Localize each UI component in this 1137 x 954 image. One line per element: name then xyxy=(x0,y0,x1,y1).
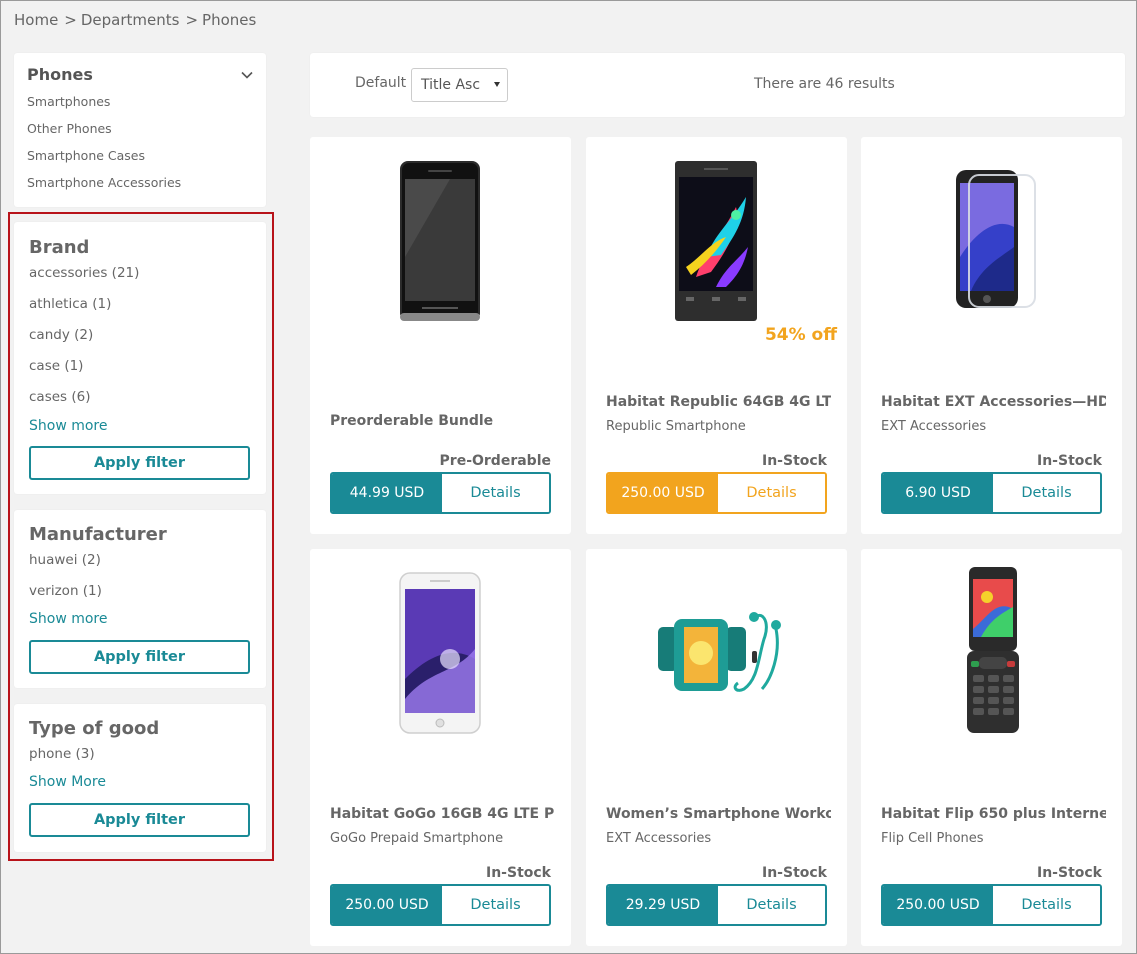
armband-earbuds-image[interactable] xyxy=(586,549,847,769)
flip-phone-image[interactable] xyxy=(861,549,1122,769)
product-details-button[interactable]: Details xyxy=(993,474,1100,512)
product-name[interactable]: Habitat GoGo 16GB 4G LTE Pr... xyxy=(330,806,555,822)
category-item-smartphone-cases[interactable]: Smartphone Cases xyxy=(27,148,145,163)
product-action-group: 250.00 USD Details xyxy=(330,884,551,926)
breadcrumb-home[interactable]: Home xyxy=(14,11,58,29)
sort-label: Default xyxy=(355,75,407,91)
product-name[interactable]: Habitat EXT Accessories—HD ... xyxy=(881,394,1106,410)
filter-highlight-outline xyxy=(8,212,274,861)
product-price-button[interactable]: 250.00 USD xyxy=(883,886,993,924)
product-category: EXT Accessories xyxy=(881,419,987,434)
sort-select[interactable]: Title Asc xyxy=(411,68,508,102)
category-item-smartphone-accessories[interactable]: Smartphone Accessories xyxy=(27,175,181,190)
product-card[interactable]: Habitat EXT Accessories—HD ... EXT Acces… xyxy=(861,137,1122,534)
chevron-down-icon[interactable] xyxy=(241,69,253,81)
product-details-button[interactable]: Details xyxy=(718,474,825,512)
product-price-button[interactable]: 44.99 USD xyxy=(332,474,442,512)
product-stock-status: In-Stock xyxy=(486,865,551,881)
product-name[interactable]: Habitat Republic 64GB 4G LTE xyxy=(606,394,831,410)
product-action-group: 250.00 USD Details xyxy=(606,472,827,514)
product-details-button[interactable]: Details xyxy=(993,886,1100,924)
product-stock-status: In-Stock xyxy=(1037,453,1102,469)
breadcrumb-departments[interactable]: Departments xyxy=(81,11,180,29)
product-action-group: 6.90 USD Details xyxy=(881,472,1102,514)
product-card[interactable]: Habitat Flip 650 plus Internet ... Flip … xyxy=(861,549,1122,946)
category-item-smartphones[interactable]: Smartphones xyxy=(27,94,110,109)
discount-badge: 54% off xyxy=(764,325,837,345)
screen-protector-image[interactable] xyxy=(861,137,1122,357)
breadcrumb-phones: Phones xyxy=(202,11,257,29)
product-stock-status: In-Stock xyxy=(762,865,827,881)
product-stock-status: In-Stock xyxy=(762,453,827,469)
results-count: There are 46 results xyxy=(754,76,895,92)
black-smartphone-image[interactable] xyxy=(310,137,571,357)
white-smartphone-image[interactable] xyxy=(310,549,571,769)
product-category: EXT Accessories xyxy=(606,831,712,846)
product-card[interactable]: Women’s Smartphone Worko... EXT Accessor… xyxy=(586,549,847,946)
product-details-button[interactable]: Details xyxy=(718,886,825,924)
product-card[interactable]: Habitat GoGo 16GB 4G LTE Pr... GoGo Prep… xyxy=(310,549,571,946)
product-category: GoGo Prepaid Smartphone xyxy=(330,831,504,846)
category-panel: Phones Smartphones Other Phones Smartpho… xyxy=(14,53,266,207)
category-item-other-phones[interactable]: Other Phones xyxy=(27,121,112,136)
sort-selected-value: Title Asc xyxy=(421,77,481,93)
colorful-smartphone-image[interactable] xyxy=(586,137,847,357)
product-price-button[interactable]: 250.00 USD xyxy=(608,474,718,512)
product-stock-status: Pre-Orderable xyxy=(439,453,551,469)
product-category: Flip Cell Phones xyxy=(881,831,984,846)
product-name[interactable]: Preorderable Bundle xyxy=(330,413,555,429)
product-action-group: 250.00 USD Details xyxy=(881,884,1102,926)
product-card[interactable]: Preorderable Bundle Pre-Orderable 44.99 … xyxy=(310,137,571,534)
caret-down-icon xyxy=(494,82,500,87)
product-stock-status: In-Stock xyxy=(1037,865,1102,881)
product-card[interactable]: 54% off Habitat Republic 64GB 4G LTE Rep… xyxy=(586,137,847,534)
product-details-button[interactable]: Details xyxy=(442,886,549,924)
product-name[interactable]: Habitat Flip 650 plus Internet ... xyxy=(881,806,1106,822)
product-price-button[interactable]: 250.00 USD xyxy=(332,886,442,924)
product-action-group: 29.29 USD Details xyxy=(606,884,827,926)
product-action-group: 44.99 USD Details xyxy=(330,472,551,514)
sort-bar: Default Title Asc There are 46 results xyxy=(310,53,1125,117)
product-price-button[interactable]: 6.90 USD xyxy=(883,474,993,512)
product-category: Republic Smartphone xyxy=(606,419,746,434)
product-name[interactable]: Women’s Smartphone Worko... xyxy=(606,806,831,822)
product-details-button[interactable]: Details xyxy=(442,474,549,512)
breadcrumb: Home > Departments > Phones xyxy=(14,11,257,29)
category-title: Phones xyxy=(27,65,93,84)
product-price-button[interactable]: 29.29 USD xyxy=(608,886,718,924)
